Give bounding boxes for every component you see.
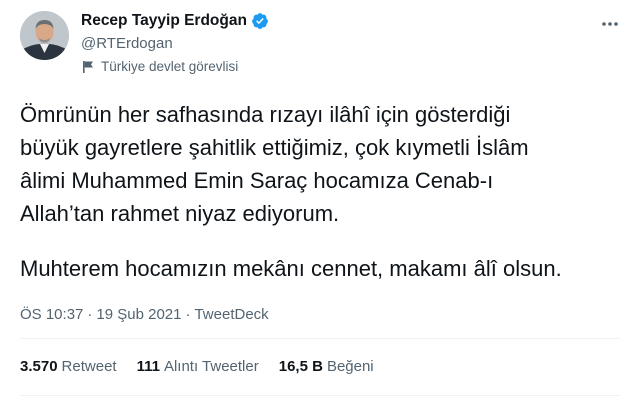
- flag-icon: [81, 60, 95, 74]
- author-name[interactable]: Recep Tayyip Erdoğan: [81, 12, 247, 30]
- stat-value: 111: [136, 358, 160, 375]
- tweet-paragraph: Ömrünün her safhasında rızayı ilâhî için…: [20, 98, 625, 230]
- verified-badge-icon: [251, 12, 269, 30]
- tweet-text: Ömrünün her safhasında rızayı ilâhî için…: [20, 98, 625, 285]
- meta-separator: ·: [87, 306, 93, 323]
- account-label-text: Türkiye devlet görevlisi: [101, 59, 239, 74]
- meta-separator: ·: [185, 306, 191, 323]
- avatar[interactable]: [20, 11, 69, 60]
- divider: [20, 395, 620, 396]
- tweet-meta: ÖS 10:37 · 19 Şub 2021 · TweetDeck: [20, 306, 269, 323]
- quote-count[interactable]: 111 Alıntı Tweetler: [137, 358, 259, 375]
- tweet-line: Ömrünün her safhasında rızayı ilâhî için…: [20, 102, 511, 127]
- tweet-stats: 3.570 Retweet 111 Alıntı Tweetler 16,5 B Be…: [20, 358, 374, 375]
- tweet: Recep Tayyip Erdoğan @RTErdogan Türkiye …: [0, 0, 640, 401]
- stat-label: Alıntı Tweetler: [163, 358, 259, 375]
- author-name-row[interactable]: Recep Tayyip Erdoğan: [81, 12, 269, 30]
- stat-label: Beğeni: [326, 358, 374, 375]
- tweet-date[interactable]: 19 Şub 2021: [96, 306, 181, 323]
- author-handle[interactable]: @RTErdogan: [81, 35, 173, 52]
- tweet-source[interactable]: TweetDeck: [194, 306, 268, 323]
- tweet-line: Allah’tan rahmet niyaz ediyorum.: [20, 201, 340, 226]
- stat-label: Retweet: [61, 358, 117, 375]
- like-count[interactable]: 16,5 B Beğeni: [279, 358, 374, 375]
- retweet-count[interactable]: 3.570 Retweet: [20, 358, 117, 375]
- stat-value: 16,5 B: [278, 358, 323, 375]
- account-label: Türkiye devlet görevlisi: [81, 59, 238, 74]
- more-options-icon[interactable]: [600, 14, 620, 34]
- tweet-paragraph: Muhterem hocamızın mekânı cennet, makamı…: [20, 252, 625, 285]
- tweet-line: âlimi Muhammed Emin Saraç hocamıza Cenab…: [20, 168, 494, 193]
- divider: [20, 338, 620, 339]
- stat-value: 3.570: [20, 358, 58, 375]
- tweet-line: büyük gayretlere şahitlik ettiğimiz, çok…: [20, 135, 529, 160]
- tweet-line: Muhterem hocamızın mekânı cennet, makamı…: [20, 256, 562, 281]
- tweet-time[interactable]: ÖS 10:37: [20, 306, 83, 323]
